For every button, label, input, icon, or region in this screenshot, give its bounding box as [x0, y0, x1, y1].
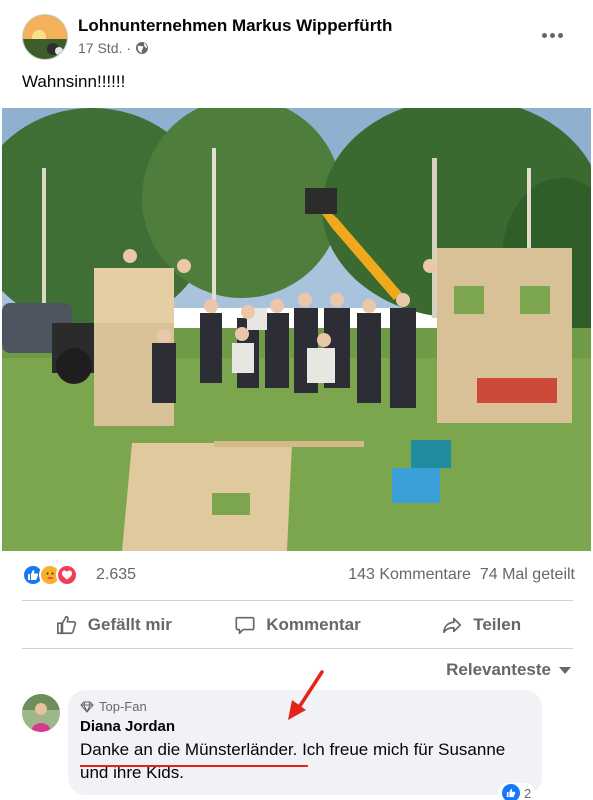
share-arrow-icon [443, 617, 462, 634]
reaction-count[interactable]: 2.635 [96, 566, 136, 584]
meta-separator: · [126, 40, 132, 56]
page-name[interactable]: Lohnunternehmen Markus Wipperfürth [78, 16, 392, 36]
caret-down-icon [559, 666, 571, 674]
share-button-label: Teilen [473, 615, 522, 634]
red-underline-annotation [80, 765, 308, 767]
divider-top [22, 600, 573, 601]
comment-likes[interactable]: 2 [498, 783, 536, 800]
globe-icon[interactable] [135, 41, 149, 55]
more-dot [549, 32, 555, 38]
thumbs-up-icon [56, 615, 76, 635]
like-button[interactable]: Gefällt mir [22, 604, 206, 646]
top-fan-label: Top-Fan [99, 699, 147, 714]
post-meta: 17 Std. · [78, 40, 149, 56]
red-arrow-annotation [288, 670, 324, 720]
comment-sort-dropdown[interactable]: Relevanteste [446, 660, 571, 680]
more-options-button[interactable] [537, 20, 567, 50]
share-button[interactable]: Teilen [389, 604, 573, 646]
reactions-bar: 2.635 143 Kommentare 74 Mal geteilt [22, 562, 575, 590]
comment-icon [235, 616, 255, 635]
diamond-icon [80, 700, 94, 713]
comment-like-icon [502, 784, 520, 800]
commenter-avatar[interactable] [22, 694, 60, 732]
comment-button-label: Kommentar [266, 615, 361, 634]
reaction-icons[interactable] [22, 564, 78, 586]
post-time[interactable]: 17 Std. [78, 40, 122, 56]
comment-text-highlighted: Danke an die Münsterländer [80, 740, 293, 759]
comment-button[interactable]: Kommentar [206, 604, 390, 646]
like-button-label: Gefällt mir [87, 615, 172, 634]
post-text: Wahnsinn!!!!!! [22, 72, 126, 91]
comments-shares-count[interactable]: 143 Kommentare 74 Mal geteilt [348, 566, 575, 584]
action-row: Gefällt mir Kommentar Teilen [22, 604, 573, 646]
post-photo[interactable] [2, 108, 591, 551]
comment-text: Danke an die Münsterländer. Ich freue mi… [80, 738, 530, 784]
love-icon [56, 564, 78, 586]
comment-sort-label: Relevanteste [446, 660, 551, 679]
divider-bottom [22, 648, 573, 649]
more-dot [557, 32, 563, 38]
post-header: Lohnunternehmen Markus Wipperfürth 17 St… [0, 0, 593, 70]
page-avatar[interactable] [22, 14, 68, 60]
more-dots-icon [541, 32, 547, 38]
comment-like-count: 2 [524, 785, 532, 800]
